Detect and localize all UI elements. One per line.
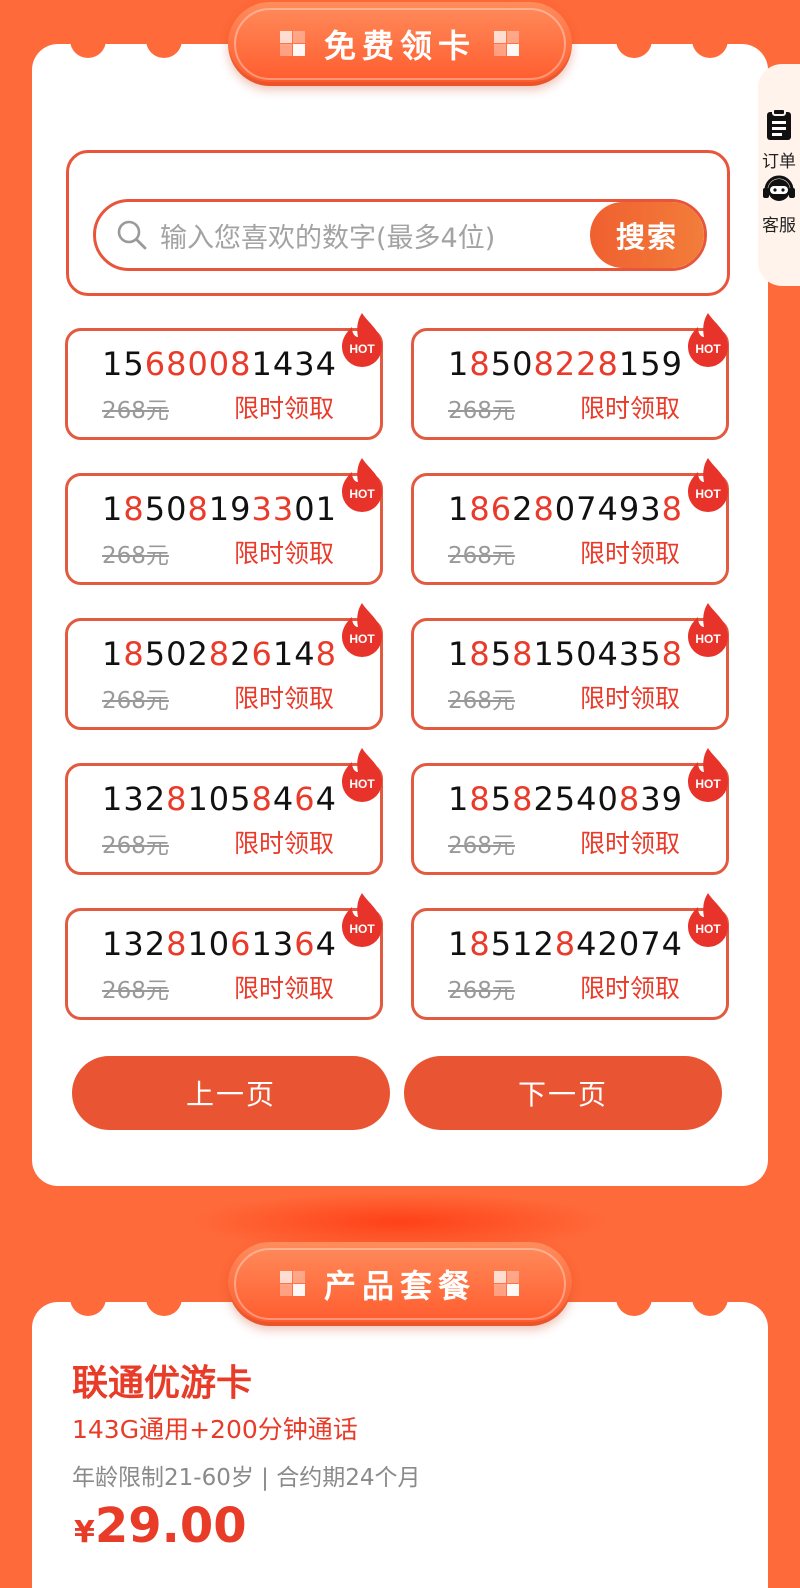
card-notch [70, 22, 106, 58]
hot-flame-icon: HOT [342, 748, 382, 802]
original-price: 268元 [102, 543, 169, 569]
hot-flame-icon: HOT [688, 893, 728, 947]
pixel-decoration-icon [494, 31, 520, 57]
hot-flame-icon: HOT [688, 458, 728, 512]
orders-label: 订单 [762, 152, 796, 172]
claim-label: 限时领取 [234, 539, 335, 568]
currency-symbol: ¥ [74, 1515, 95, 1550]
headset-icon [763, 175, 795, 201]
original-price: 268元 [448, 833, 515, 859]
hot-label: HOT [349, 922, 375, 936]
number-card[interactable]: 18628074938 268元 限时领取 HOT [411, 458, 729, 585]
phone-number: 13281061364 [102, 925, 337, 963]
phone-number: 18508228159 [448, 345, 683, 383]
hot-label: HOT [349, 487, 375, 501]
number-card[interactable]: 13281061364 268元 限时领取 HOT [65, 893, 383, 1020]
hot-flame-icon: HOT [342, 603, 382, 657]
plan-banner: 产品套餐 [228, 1242, 572, 1326]
phone-number: 18581504358 [448, 635, 683, 673]
hot-label: HOT [349, 777, 375, 791]
number-card[interactable]: 18508228159 268元 限时领取 HOT [411, 313, 729, 440]
claim-label: 限时领取 [580, 539, 681, 568]
original-price: 268元 [102, 833, 169, 859]
search-icon [117, 220, 147, 250]
hot-label: HOT [695, 632, 721, 646]
card-notch [146, 1280, 182, 1316]
number-card[interactable]: 13281058464 268元 限时领取 HOT [65, 748, 383, 875]
search-button[interactable]: 搜索 [590, 202, 704, 268]
hot-label: HOT [349, 342, 375, 356]
service-label: 客服 [762, 216, 796, 236]
original-price: 268元 [448, 543, 515, 569]
hot-flame-icon: HOT [688, 748, 728, 802]
phone-number: 18502826148 [102, 635, 337, 673]
card-notch [70, 1280, 106, 1316]
phone-number: 13281058464 [102, 780, 337, 818]
phone-number: 18628074938 [448, 490, 683, 528]
orders-entry[interactable]: 订单 [758, 108, 800, 172]
claim-label: 限时领取 [580, 684, 681, 713]
hot-label: HOT [349, 632, 375, 646]
number-card[interactable]: 18508193301 268元 限时领取 HOT [65, 458, 383, 585]
number-selection-card: 输入您喜欢的数字(最多4位) 搜索 15680081434 268元 限时领取 HOT… [32, 22, 768, 1186]
hot-flame-icon: HOT [688, 313, 728, 367]
original-price: 268元 [448, 398, 515, 424]
number-card[interactable]: 18512842074 268元 限时领取 HOT [411, 893, 729, 1020]
number-card[interactable]: 18502826148 268元 限时领取 HOT [65, 603, 383, 730]
card-notch [146, 22, 182, 58]
hot-flame-icon: HOT [342, 313, 382, 367]
original-price: 268元 [102, 688, 169, 714]
pixel-decoration-icon [279, 1271, 306, 1297]
phone-number: 18508193301 [102, 490, 337, 528]
hot-label: HOT [695, 342, 721, 356]
number-card[interactable]: 18581504358 268元 限时领取 HOT [411, 603, 729, 730]
product-card: 联通优游卡 143G通用+200分钟通话 年龄限制21-60岁 | 合约期24个… [32, 1280, 768, 1588]
claim-label: 限时领取 [234, 684, 335, 713]
search-input[interactable]: 输入您喜欢的数字(最多4位) 搜索 [93, 199, 707, 271]
number-card[interactable]: 15680081434 268元 限时领取 HOT [65, 313, 383, 440]
pixel-decoration-icon [279, 31, 306, 57]
hot-flame-icon: HOT [342, 893, 382, 947]
claim-label: 限时领取 [580, 394, 681, 423]
card-notch [692, 1280, 728, 1316]
hot-label: HOT [695, 922, 721, 936]
hot-flame-icon: HOT [688, 603, 728, 657]
original-price: 268元 [448, 978, 515, 1004]
claim-label: 限时领取 [580, 974, 681, 1003]
free-card-banner: 免费领卡 [228, 2, 572, 86]
plan-title: 产品套餐 [323, 1267, 476, 1305]
prev-page-button[interactable]: 上一页 [72, 1056, 390, 1130]
price-value: 29.00 [94, 1498, 247, 1554]
phone-number: 15680081434 [102, 345, 337, 383]
original-price: 268元 [102, 398, 169, 424]
side-float-panel: 订单 客服 [758, 64, 800, 286]
phone-number: 18582540839 [448, 780, 683, 818]
original-price: 268元 [448, 688, 515, 714]
clipboard-icon [767, 108, 791, 140]
claim-label: 限时领取 [580, 829, 681, 858]
claim-label: 限时领取 [234, 974, 335, 1003]
hot-label: HOT [695, 487, 721, 501]
original-price: 268元 [102, 978, 169, 1004]
product-subtitle: 143G通用+200分钟通话 [72, 1415, 358, 1444]
number-card[interactable]: 18582540839 268元 限时领取 HOT [411, 748, 729, 875]
hot-flame-icon: HOT [342, 458, 382, 512]
product-price: ¥29.00 [74, 1498, 247, 1554]
free-card-title: 免费领卡 [323, 27, 476, 65]
claim-label: 限时领取 [234, 829, 335, 858]
hot-label: HOT [695, 777, 721, 791]
card-notch [616, 1280, 652, 1316]
search-section: 输入您喜欢的数字(最多4位) 搜索 [66, 150, 730, 296]
product-meta: 年龄限制21-60岁 | 合约期24个月 [72, 1465, 421, 1491]
card-notch [616, 22, 652, 58]
claim-label: 限时领取 [234, 394, 335, 423]
customer-service-entry[interactable]: 客服 [758, 172, 800, 236]
phone-number: 18512842074 [448, 925, 683, 963]
product-title: 联通优游卡 [72, 1363, 253, 1404]
pixel-decoration-icon [494, 1271, 520, 1297]
card-notch [692, 22, 728, 58]
next-page-button[interactable]: 下一页 [404, 1056, 722, 1130]
